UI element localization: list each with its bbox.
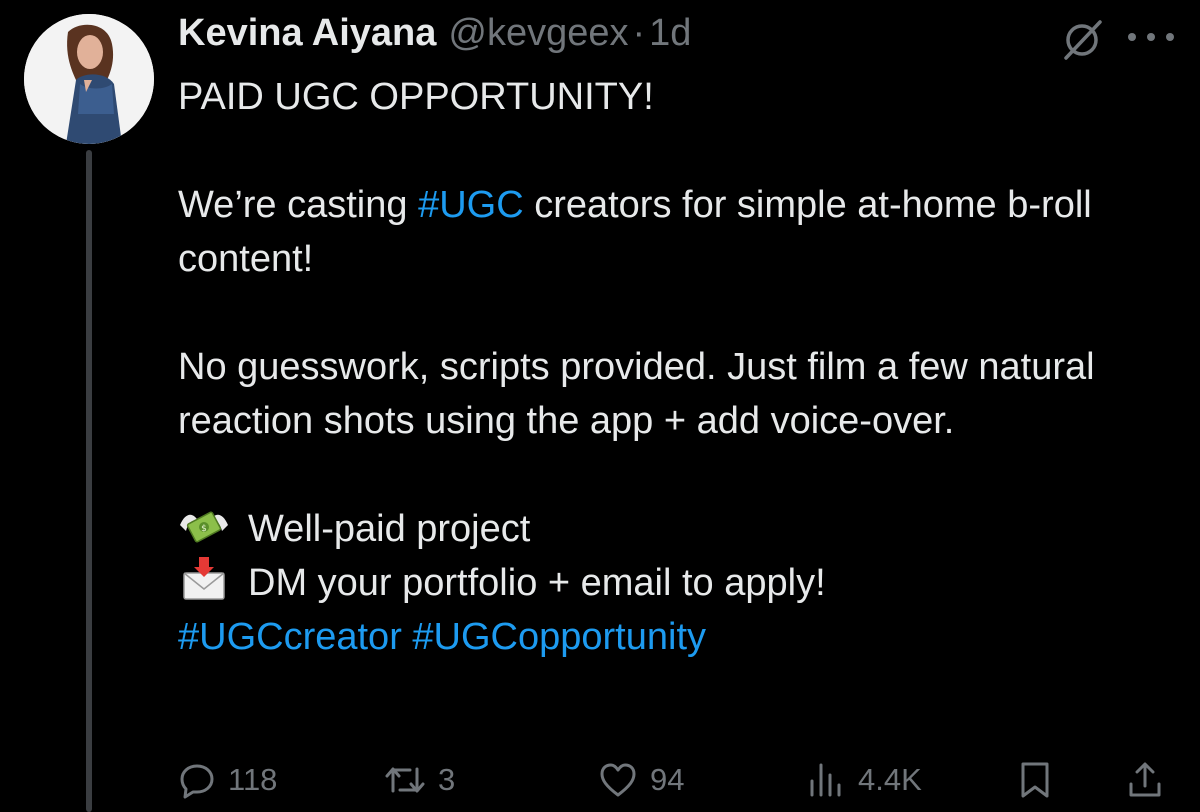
avatar[interactable] xyxy=(24,14,154,144)
repost-count: 3 xyxy=(438,762,456,797)
hashtag-ugc[interactable]: #UGC xyxy=(418,184,524,226)
repost-icon xyxy=(385,767,425,793)
tweet-header: Kevina Aiyana @kevgeex · 1d xyxy=(178,12,691,62)
tweet-headline: PAID UGC OPPORTUNITY! xyxy=(178,76,654,118)
tweet-paragraph-2: No guesswork, scripts provided. Just fil… xyxy=(178,346,1095,442)
like-count: 94 xyxy=(650,762,685,797)
views-count: 4.4K xyxy=(858,762,922,797)
reply-count: 118 xyxy=(228,762,278,797)
share-icon xyxy=(1129,762,1161,797)
reply-button[interactable]: 118 xyxy=(178,752,277,808)
timestamp[interactable]: 1d xyxy=(649,12,691,55)
tweet[interactable]: Kevina Aiyana @kevgeex · 1d PAID UGC OPP… xyxy=(0,0,1200,812)
display-name[interactable]: Kevina Aiyana xyxy=(178,12,436,55)
bookmark-button[interactable] xyxy=(1018,752,1052,808)
tweet-text: PAID UGC OPPORTUNITY! We’re casting #UGC… xyxy=(178,70,1168,664)
hashtag-line: #UGCcreator #UGCopportunity xyxy=(178,610,1168,664)
envelope-with-arrow-icon xyxy=(178,557,230,601)
heart-icon xyxy=(600,763,636,797)
hashtag-ugccreator[interactable]: #UGCcreator xyxy=(178,616,402,658)
like-button[interactable]: 94 xyxy=(598,752,684,808)
more-icon[interactable] xyxy=(1128,22,1174,52)
repost-button[interactable]: 3 xyxy=(384,752,455,808)
bullet-well-paid: $ Well-paid project xyxy=(178,502,1168,556)
separator-dot: · xyxy=(632,12,646,54)
user-handle[interactable]: @kevgeex xyxy=(448,12,628,55)
views-icon xyxy=(810,763,841,797)
action-bar: 118 3 94 4.4K xyxy=(0,752,1200,808)
reply-icon xyxy=(180,764,214,799)
avatar-photo xyxy=(24,14,154,144)
tweet-paragraph-1: We’re casting #UGC creators for simple a… xyxy=(178,184,1092,280)
hashtag-ugcopportunity[interactable]: #UGCopportunity xyxy=(412,616,706,658)
views-button[interactable]: 4.4K xyxy=(806,752,922,808)
share-button[interactable] xyxy=(1126,752,1164,808)
grok-icon[interactable] xyxy=(1062,18,1104,60)
bookmark-icon xyxy=(1021,762,1049,798)
svg-text:$: $ xyxy=(201,524,207,534)
thread-line xyxy=(86,150,92,812)
money-with-wings-icon: $ xyxy=(178,503,230,547)
bullet-dm: DM your portfolio + email to apply! xyxy=(178,556,1168,610)
